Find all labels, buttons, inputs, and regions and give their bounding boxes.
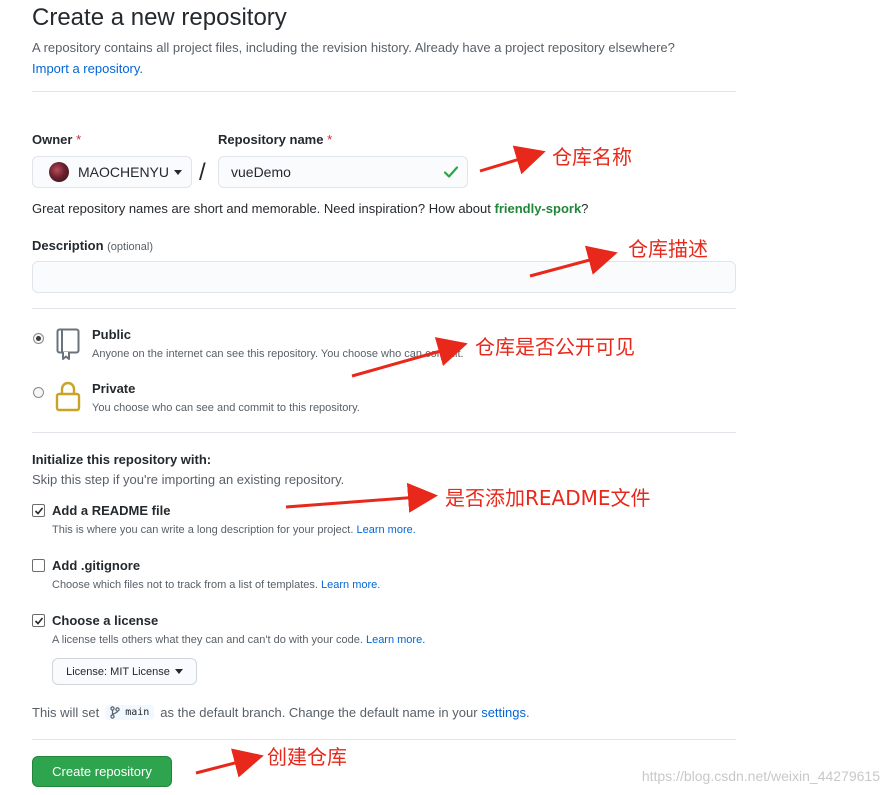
arrow-icon: [351, 337, 468, 378]
annotation-arrows: [195, 145, 618, 778]
arrow-icon: [195, 748, 264, 778]
arrow-icon: [285, 482, 438, 513]
annotation-description: 仓库描述: [628, 237, 708, 261]
arrow-icon: [529, 245, 618, 278]
arrow-icon: [479, 145, 546, 175]
annotation-repo-name: 仓库名称: [552, 145, 632, 169]
annotation-readme: 是否添加README文件: [445, 486, 651, 510]
annotation-create: 创建仓库: [267, 745, 347, 769]
watermark: https://blog.csdn.net/weixin_44279615: [641, 768, 880, 784]
annotation-visibility: 仓库是否公开可见: [475, 335, 635, 359]
